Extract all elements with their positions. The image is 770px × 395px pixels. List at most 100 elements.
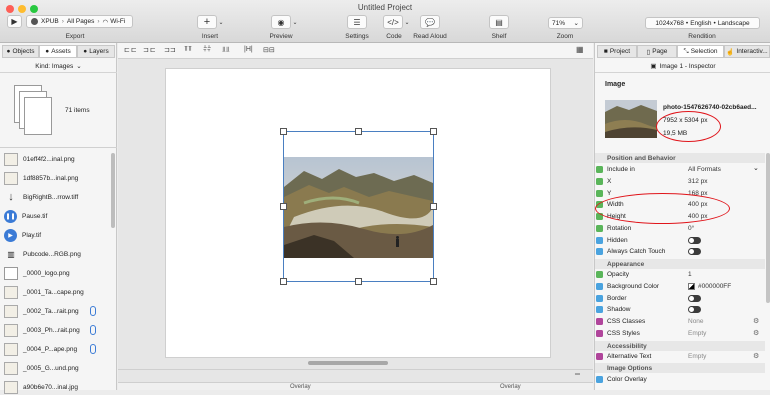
property-row[interactable]: Alternative Text Empty ⚙ <box>595 351 765 363</box>
toggle-switch[interactable] <box>688 236 701 244</box>
property-label: Border <box>607 294 627 302</box>
tab-assets[interactable]: ● Assets <box>39 45 77 58</box>
asset-list-scrollbar[interactable] <box>111 153 115 228</box>
asset-list-item[interactable]: _0003_Ph...rait.png <box>0 322 110 338</box>
asset-list-item[interactable]: ▥ Pubcode...RGB.png <box>0 246 110 262</box>
toggle-switch[interactable] <box>688 306 701 314</box>
property-row[interactable]: Rotation 0° <box>595 223 765 235</box>
property-value[interactable]: #000000FF <box>698 283 731 290</box>
property-row[interactable]: Border <box>595 292 765 304</box>
tab-interactivity-label: Interactiv... <box>736 48 768 55</box>
insert-button[interactable]: + <box>197 15 217 29</box>
property-row[interactable]: CSS Styles Empty ⚙ <box>595 328 765 340</box>
resize-handle-bottom[interactable] <box>355 278 362 285</box>
asset-list-item[interactable]: ▶ Play.tif <box>0 227 110 243</box>
tab-project[interactable]: ■ Project <box>597 45 637 58</box>
rendition-selector[interactable]: 1024x768 • English • Landscape <box>645 17 760 29</box>
insert-label: Insert <box>201 33 219 40</box>
asset-list-item[interactable]: ↓ BigRightB...rrow.tiff <box>0 189 110 205</box>
tab-objects[interactable]: ● Objects <box>2 45 39 58</box>
property-row[interactable]: Shadow <box>595 304 765 316</box>
selection-icon: ⤡ <box>683 47 689 55</box>
canvas-horizontal-scrollbar[interactable] <box>308 361 388 365</box>
property-value[interactable]: Empty <box>688 353 706 360</box>
property-type-icon <box>596 283 603 291</box>
gear-icon[interactable]: ⚙ <box>753 352 759 360</box>
asset-list-item[interactable]: ❚❚ Pause.tif <box>0 208 110 224</box>
gear-icon[interactable]: ⚙ <box>753 317 759 325</box>
color-swatch[interactable] <box>688 282 695 290</box>
property-value[interactable]: 0° <box>688 225 694 232</box>
toggle-switch[interactable] <box>688 294 701 302</box>
red-annotation-oval <box>595 193 730 224</box>
zoom-label: Zoom <box>556 33 574 40</box>
collapse-icon[interactable]: ═ <box>575 371 580 378</box>
logo-thumb-icon <box>4 266 18 280</box>
resize-handle-left[interactable] <box>280 203 287 210</box>
asset-list-item[interactable]: 1df8857b...inal.png <box>0 170 110 186</box>
read-aloud-label: Read Aloud <box>413 33 447 40</box>
toggle-switch[interactable] <box>688 248 701 256</box>
grid-icon[interactable]: ▦ <box>576 45 584 54</box>
property-row[interactable]: Hidden <box>595 234 765 246</box>
code-button[interactable]: </> <box>383 15 403 29</box>
property-row[interactable]: CSS Classes None ⚙ <box>595 316 765 328</box>
property-row[interactable]: X 312 px <box>595 176 765 188</box>
read-aloud-button[interactable]: 💬 <box>420 15 440 29</box>
settings-button[interactable]: ☰ <box>347 15 367 29</box>
asset-list-item[interactable]: _0005_G...und.png <box>0 360 110 376</box>
shelf-button[interactable]: ▤ <box>489 15 509 29</box>
asset-list-item[interactable]: _0002_Ta...rait.png <box>0 303 110 319</box>
resize-handle-bottom-left[interactable] <box>280 278 287 285</box>
resize-handle-top[interactable] <box>355 128 362 135</box>
inspector-scrollbar[interactable] <box>766 153 770 303</box>
align-right-icon[interactable]: ⊐⊐ <box>164 46 176 54</box>
tab-selection[interactable]: ⤡ Selection <box>677 45 724 58</box>
overlay-label-right: Overlay <box>500 384 521 390</box>
property-row[interactable]: Background Color #000000FF <box>595 281 765 293</box>
property-value[interactable]: None <box>688 318 704 325</box>
speech-bubble-icon: 💬 <box>425 17 435 27</box>
zoom-select[interactable]: 71% ⌄ <box>548 17 583 29</box>
gear-icon[interactable]: ⚙ <box>753 329 759 337</box>
chevron-down-icon: ⌄ <box>292 19 298 26</box>
resize-handle-top-right[interactable] <box>430 128 437 135</box>
align-left-icon[interactable]: ⊏⊏ <box>124 46 138 54</box>
resize-handle-top-left[interactable] <box>280 128 287 135</box>
kind-filter-select[interactable]: Kind: Images ⌄ <box>0 60 117 73</box>
preview-button[interactable]: ◉ <box>271 15 291 29</box>
arrow-down-icon: ↓ <box>8 191 14 203</box>
property-value[interactable]: Empty <box>688 330 706 337</box>
distribute-horizontal-icon[interactable]: |H| <box>244 46 253 53</box>
accessibility-section-header: Accessibility <box>595 341 765 351</box>
xpub-icon <box>31 18 38 25</box>
asset-list-item[interactable]: _0004_P...ape.png <box>0 341 110 357</box>
property-row[interactable]: Always Catch Touch <box>595 246 765 258</box>
property-row[interactable]: Color Overlay <box>595 374 765 386</box>
export-label: Export <box>65 33 85 40</box>
align-center-icon[interactable]: ⊐⊏ <box>143 46 157 54</box>
image-thumb-icon <box>4 171 18 185</box>
play-preview-button[interactable]: ▶ <box>7 15 22 28</box>
export-target-selector[interactable]: XPUB › All Pages › ◠ Wi-Fi <box>26 15 133 28</box>
align-middle-icon[interactable]: ⫩⫩ <box>203 46 211 54</box>
resize-handle-bottom-right[interactable] <box>430 278 437 285</box>
distribute-vertical-icon[interactable]: ⊟⊟ <box>263 46 275 54</box>
property-row[interactable]: Include in All Formats ⌄ <box>595 164 765 176</box>
property-value[interactable]: 312 px <box>688 178 708 185</box>
asset-list-item[interactable]: a90b6e70...inal.jpg <box>0 379 110 395</box>
tab-interactivity[interactable]: ☝ Interactiv... <box>724 45 770 58</box>
property-value[interactable]: All Formats <box>688 166 721 173</box>
asset-list-item[interactable]: 01eff4f2...inal.png <box>0 151 110 167</box>
resize-handle-right[interactable] <box>430 203 437 210</box>
chevron-down-icon: ⌄ <box>753 165 759 172</box>
tab-page[interactable]: ▯ Page <box>637 45 677 58</box>
asset-list-item[interactable]: _0001_Ta...cape.png <box>0 284 110 300</box>
property-value[interactable]: 1 <box>688 271 692 278</box>
selected-image-frame[interactable] <box>283 131 434 282</box>
asset-list-item[interactable]: _0000_logo.png <box>0 265 110 281</box>
align-top-icon[interactable]: ⫪⫪ <box>184 46 192 54</box>
tab-layers[interactable]: ● Layers <box>77 45 115 58</box>
align-bottom-icon[interactable]: ⫫⫫ <box>222 46 230 54</box>
property-row[interactable]: Opacity 1 <box>595 269 765 281</box>
